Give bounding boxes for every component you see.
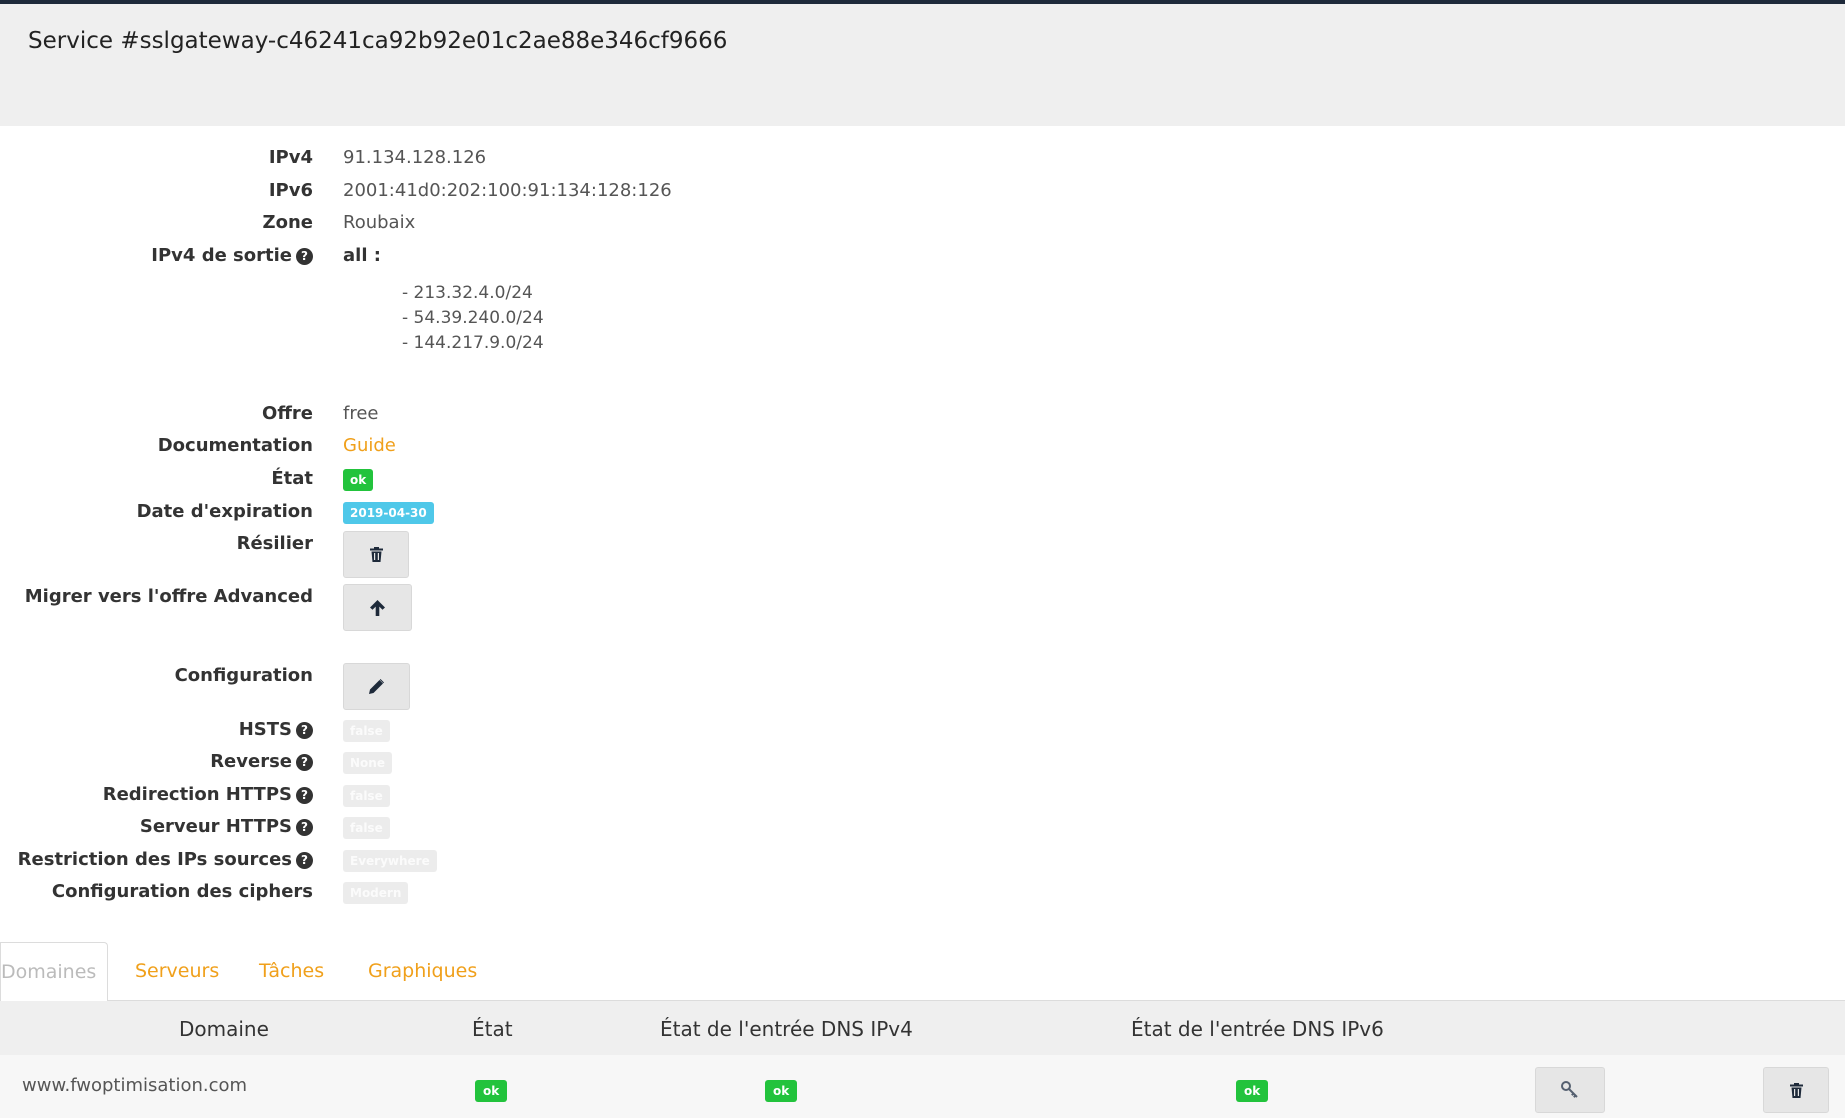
table-row: www.fwoptimisation.com ok ok ok [0,1055,1845,1118]
delete-domain-button[interactable] [1763,1067,1829,1113]
question-circle-icon[interactable]: ? [296,787,313,804]
expiration-label: Date d'expiration [136,501,313,522]
migrate-button[interactable] [343,584,412,631]
tab-bar: Domaines Serveurs Tâches Graphiques [0,942,1845,1002]
hsts-badge: false [343,720,390,742]
guide-link[interactable]: Guide [343,435,396,456]
ipv6-value: 2001:41d0:202:100:91:134:128:126 [343,180,672,201]
egress-value: all : [343,245,381,266]
egress-label: IPv4 de sortie? [151,245,313,266]
zone-value: Roubaix [343,212,416,233]
egress-range: - 54.39.240.0/24 [402,308,544,328]
tab-domaines[interactable]: Domaines [0,942,108,1002]
https-server-label-text: Serveur HTTPS [139,816,292,837]
trash-icon [369,547,383,562]
ip-restriction-label: Restriction des IPs sources? [18,849,313,870]
page-header: Service #sslgateway-c46241ca92b92e01c2ae… [0,4,1845,126]
egress-label-text: IPv4 de sortie [151,245,292,266]
hsts-label: HSTS? [239,719,313,740]
hsts-label-text: HSTS [238,719,292,740]
egress-range: - 213.32.4.0/24 [402,283,533,303]
trash-icon [1789,1082,1803,1098]
column-header-state: État [472,1017,513,1041]
configuration-edit-button[interactable] [343,663,410,710]
documentation-label: Documentation [157,435,313,456]
zone-label: Zone [262,212,313,233]
expiration-badge: 2019-04-30 [343,502,434,524]
arrow-up-icon [370,599,385,616]
https-redirect-label-text: Redirection HTTPS [102,784,292,805]
domain-cell: www.fwoptimisation.com [22,1075,248,1096]
ip-restriction-badge: Everywhere [343,850,437,872]
state-cell-badge: ok [475,1080,508,1102]
certificate-key-button[interactable] [1535,1067,1605,1113]
tab-graphiques[interactable]: Graphiques [368,942,477,1000]
terminate-label: Résilier [236,533,313,554]
reverse-label: Reverse? [210,751,313,772]
reverse-label-text: Reverse [210,751,292,772]
tab-taches[interactable]: Tâches [259,942,324,1000]
question-circle-icon[interactable]: ? [296,722,313,739]
https-redirect-label: Redirection HTTPS? [103,784,313,805]
state-badge: ok [343,469,374,491]
column-header-dns-ipv6: État de l'entrée DNS IPv6 [1131,1017,1384,1041]
state-label: État [271,468,313,489]
reverse-badge: None [343,752,392,774]
ciphers-badge: Modern [343,882,409,904]
offer-value: free [343,403,379,424]
offer-label: Offre [262,403,313,424]
tab-serveurs[interactable]: Serveurs [135,942,219,1000]
https-server-label: Serveur HTTPS? [140,816,313,837]
documentation-value: Guide [343,435,396,456]
column-header-dns-ipv4: État de l'entrée DNS IPv4 [660,1017,913,1041]
question-circle-icon[interactable]: ? [296,819,313,836]
https-server-badge: false [343,817,390,839]
ciphers-label: Configuration des ciphers [51,881,313,902]
dns-ipv6-cell-badge: ok [1236,1080,1269,1102]
table-header: Domaine État État de l'entrée DNS IPv4 É… [0,1001,1845,1055]
question-circle-icon[interactable]: ? [296,248,313,265]
terminate-button[interactable] [343,531,409,578]
question-circle-icon[interactable]: ? [296,754,313,771]
ipv6-label: IPv6 [268,180,313,201]
dns-ipv4-cell-badge: ok [765,1080,798,1102]
migrate-label: Migrer vers l'offre Advanced [24,586,313,607]
ipv4-label: IPv4 [268,147,313,168]
configuration-label: Configuration [174,665,313,686]
column-header-domain: Domaine [179,1017,269,1041]
pencil-icon [369,679,384,694]
ipv4-value: 91.134.128.126 [343,147,487,168]
https-redirect-badge: false [343,785,390,807]
key-icon [1561,1081,1578,1098]
ip-restriction-label-text: Restriction des IPs sources [17,849,292,870]
egress-range: - 144.217.9.0/24 [402,333,544,353]
page-title: Service #sslgateway-c46241ca92b92e01c2ae… [28,28,728,54]
question-circle-icon[interactable]: ? [296,852,313,869]
